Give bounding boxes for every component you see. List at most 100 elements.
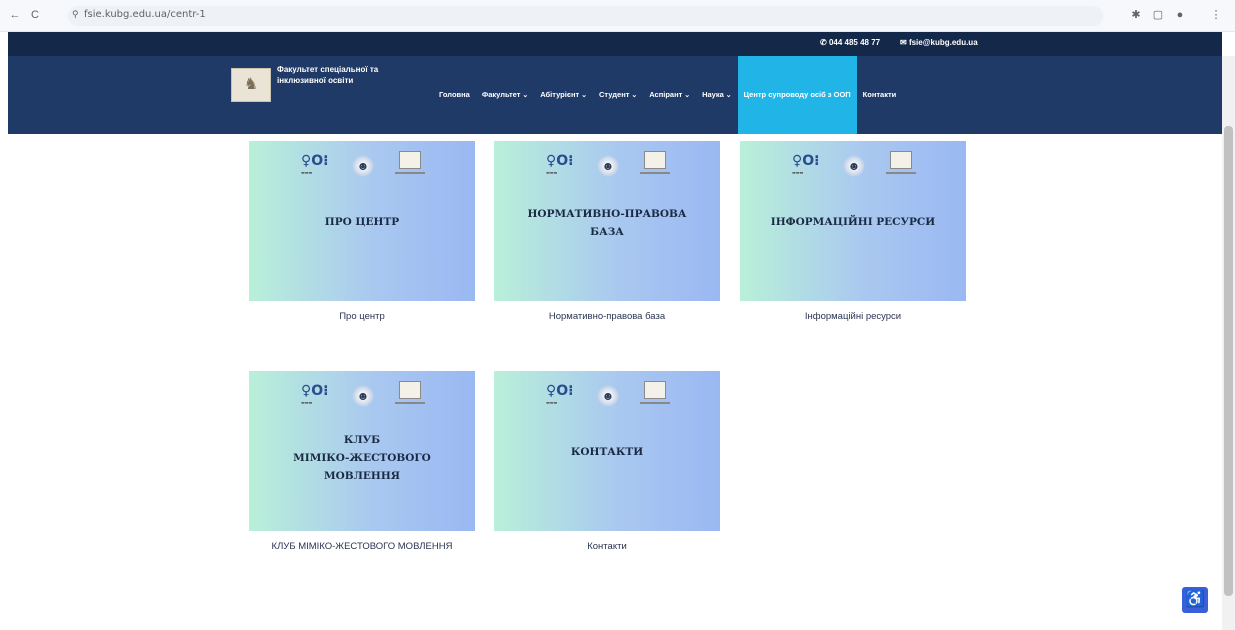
organization-logo-icon: ♀O⁝ ▬▬▬ xyxy=(792,153,820,175)
certificate-icon xyxy=(890,151,912,169)
email-icon: ✉ xyxy=(900,38,907,47)
lightbulb-head-icon: ☻ xyxy=(597,385,619,407)
section-card[interactable]: ♀O⁝ ▬▬▬ ☻ ІНФОРМАЦІЙНІ РЕСУРСИ Інформаційні … xyxy=(740,141,966,322)
menu-icon[interactable]: ⋮ xyxy=(1208,7,1224,23)
section-card-title: КЛУБ МІМІКО-ЖЕСТОВОГО МОВЛЕННЯ xyxy=(249,431,475,485)
section-card-image[interactable]: ♀O⁝ ▬▬▬ ☻ КОНТАКТИ xyxy=(494,371,720,531)
menu-item[interactable]: Контакти xyxy=(857,56,903,134)
menu-item-label: Аспірант xyxy=(649,90,683,99)
menu-item[interactable]: Аспірант ⌄ xyxy=(643,56,696,134)
certificate-caption-lines xyxy=(640,172,670,174)
accessibility-button[interactable]: ♿ xyxy=(1182,587,1208,613)
section-card-caption[interactable]: Про центр xyxy=(229,309,495,325)
puzzle-icon[interactable]: ✱ xyxy=(1128,7,1144,23)
menu-item[interactable]: Абітурієнт ⌄ xyxy=(534,56,593,134)
section-card-image[interactable]: ♀O⁝ ▬▬▬ ☻ НОРМАТИВНО-ПРАВОВА БАЗА xyxy=(494,141,720,301)
page-scrollbar[interactable] xyxy=(1222,56,1235,630)
menu-item[interactable]: Головна xyxy=(433,56,476,134)
chevron-down-icon: ⌄ xyxy=(579,92,587,99)
faculty-logo[interactable]: ♞ xyxy=(231,68,271,102)
certificate-icon xyxy=(399,151,421,169)
menu-item[interactable]: Факультет ⌄ xyxy=(476,56,534,134)
email-address: fsie@kubg.edu.ua xyxy=(908,38,978,47)
wheelchair-icon: ♿ xyxy=(1185,591,1205,608)
menu-item-label: Наука xyxy=(702,90,724,99)
top-contact-strip: ✆ 044 485 48 77 ✉ fsie@kubg.edu.ua xyxy=(8,32,1222,56)
phone-icon: ✆ xyxy=(820,38,827,47)
chevron-down-icon: ⌄ xyxy=(682,92,691,99)
partner-logos: ♀O⁝ ▬▬▬ ☻ xyxy=(740,149,966,185)
certificate-caption-lines xyxy=(886,172,916,174)
section-card-caption[interactable]: Нормативно-правова база xyxy=(474,309,740,325)
logo-text[interactable]: Факультет спеціальної та інклюзивної осв… xyxy=(277,64,427,86)
partner-logos: ♀O⁝ ▬▬▬ ☻ xyxy=(494,149,720,185)
menu-item[interactable]: Студент ⌄ xyxy=(593,56,643,134)
menu-item[interactable]: Наука ⌄ xyxy=(696,56,738,134)
certificate-caption-lines xyxy=(395,402,425,404)
section-card[interactable]: ♀O⁝ ▬▬▬ ☻ КОНТАКТИ Контакти xyxy=(494,371,720,552)
section-card-title: ПРО ЦЕНТР xyxy=(249,213,475,231)
section-card-title: КОНТАКТИ xyxy=(494,443,720,461)
section-card-caption[interactable]: Контакти xyxy=(474,539,740,555)
title-line: НОРМАТИВНО-ПРАВОВА xyxy=(527,208,687,220)
back-icon[interactable]: ← xyxy=(8,8,22,22)
section-card-caption[interactable]: Інформаційні ресурси xyxy=(720,309,986,325)
menu-item-label: Центр супроводу осіб з ООП xyxy=(743,90,851,99)
site-header: ♞ Факультет спеціальної та інклюзивної о… xyxy=(8,56,1222,134)
section-card[interactable]: ♀O⁝ ▬▬▬ ☻ КЛУБ МІМІКО-ЖЕСТОВОГО МОВЛЕННЯ КЛУБ … xyxy=(249,371,475,552)
menu-item-label: Головна xyxy=(439,90,470,99)
scrollbar-thumb[interactable] xyxy=(1224,126,1233,596)
logo-emblem-icon: ♞ xyxy=(243,76,259,93)
title-line: МОВЛЕННЯ xyxy=(323,470,401,482)
lightbulb-head-icon: ☻ xyxy=(597,155,619,177)
browser-toolbar: ← C ⚲ fsie.kubg.edu.ua/centr-1 ✱ ▢ ● ⋮ xyxy=(0,0,1235,32)
title-line: БАЗА xyxy=(590,226,624,238)
phone-link[interactable]: ✆ 044 485 48 77 xyxy=(820,38,880,47)
section-card-image[interactable]: ♀O⁝ ▬▬▬ ☻ ПРО ЦЕНТР xyxy=(249,141,475,301)
menu-item-label: Студент xyxy=(599,90,630,99)
url-text: fsie.kubg.edu.ua/centr-1 xyxy=(84,9,206,20)
partner-logos: ♀O⁝ ▬▬▬ ☻ xyxy=(494,379,720,415)
menu-item-label: Контакти xyxy=(862,90,897,99)
certificate-icon xyxy=(644,151,666,169)
reload-icon[interactable]: C xyxy=(28,8,42,22)
site-info-icon[interactable]: ⚲ xyxy=(72,9,79,20)
menu-item-label: Абітурієнт xyxy=(540,90,580,99)
chevron-down-icon: ⌄ xyxy=(629,92,638,99)
section-card-caption[interactable]: КЛУБ МІМІКО-ЖЕСТОВОГО МОВЛЕННЯ xyxy=(262,539,462,555)
certificate-icon xyxy=(399,381,421,399)
section-card-title: ІНФОРМАЦІЙНІ РЕСУРСИ xyxy=(740,213,966,231)
chevron-down-icon: ⌄ xyxy=(723,92,732,99)
section-card[interactable]: ♀O⁝ ▬▬▬ ☻ НОРМАТИВНО-ПРАВОВА БАЗА Нормативно-… xyxy=(494,141,720,322)
section-card-image[interactable]: ♀O⁝ ▬▬▬ ☻ КЛУБ МІМІКО-ЖЕСТОВОГО МОВЛЕННЯ xyxy=(249,371,475,531)
section-card-title: НОРМАТИВНО-ПРАВОВА БАЗА xyxy=(494,205,720,241)
certificate-icon xyxy=(644,381,666,399)
menu-item-label: Факультет xyxy=(481,90,521,99)
title-line: КОНТАКТИ xyxy=(570,446,644,458)
lightbulb-head-icon: ☻ xyxy=(843,155,865,177)
main-menu: Головна Факультет ⌄ Абітурієнт ⌄ Студент ⌄ А… xyxy=(433,56,902,134)
title-line: МІМІКО-ЖЕСТОВОГО xyxy=(293,452,431,464)
menu-item[interactable]: Центр супроводу осіб з ООП xyxy=(737,56,857,134)
title-line: ПРО ЦЕНТР xyxy=(324,216,400,228)
email-link[interactable]: ✉ fsie@kubg.edu.ua xyxy=(900,38,978,47)
organization-logo-icon: ♀O⁝ ▬▬▬ xyxy=(301,153,329,175)
organization-logo-icon: ♀O⁝ ▬▬▬ xyxy=(301,383,329,405)
organization-logo-icon: ♀O⁝ ▬▬▬ xyxy=(546,153,574,175)
section-card-image[interactable]: ♀O⁝ ▬▬▬ ☻ ІНФОРМАЦІЙНІ РЕСУРСИ xyxy=(740,141,966,301)
title-line: КЛУБ xyxy=(343,434,381,446)
profile-icon[interactable]: ● xyxy=(1172,7,1188,23)
certificate-caption-lines xyxy=(395,172,425,174)
window-icon[interactable]: ▢ xyxy=(1150,7,1166,23)
section-card[interactable]: ♀O⁝ ▬▬▬ ☻ ПРО ЦЕНТР Про центр xyxy=(249,141,475,322)
partner-logos: ♀O⁝ ▬▬▬ ☻ xyxy=(249,149,475,185)
lightbulb-head-icon: ☻ xyxy=(352,385,374,407)
address-bar[interactable]: ⚲ fsie.kubg.edu.ua/centr-1 xyxy=(68,6,1103,26)
lightbulb-head-icon: ☻ xyxy=(352,155,374,177)
organization-logo-icon: ♀O⁝ ▬▬▬ xyxy=(546,383,574,405)
title-line: ІНФОРМАЦІЙНІ РЕСУРСИ xyxy=(770,216,936,228)
partner-logos: ♀O⁝ ▬▬▬ ☻ xyxy=(249,379,475,415)
phone-number: 044 485 48 77 xyxy=(828,38,881,47)
chevron-down-icon: ⌄ xyxy=(520,92,529,99)
certificate-caption-lines xyxy=(640,402,670,404)
